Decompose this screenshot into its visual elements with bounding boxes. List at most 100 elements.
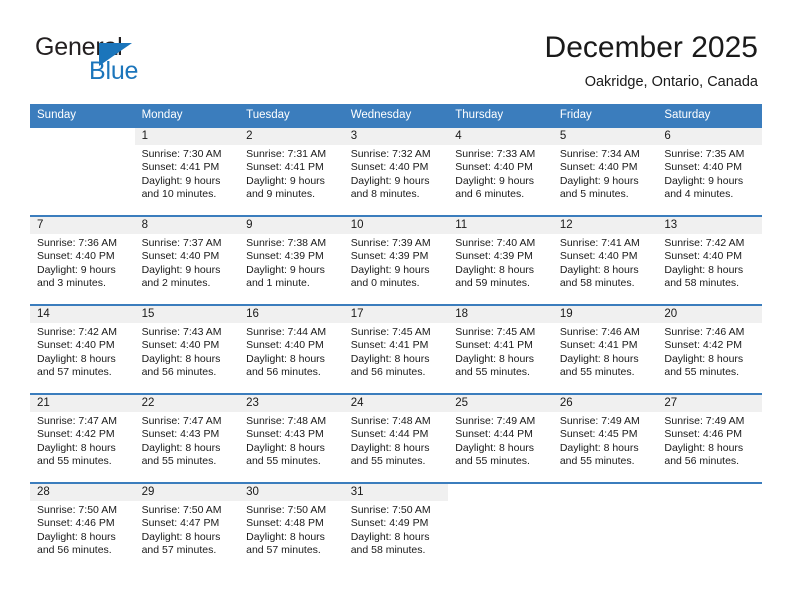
day-number: 12: [552, 217, 658, 234]
daylight-text: Daylight: 9 hours and 1 minute.: [246, 263, 325, 290]
sunrise-text: Sunrise: 7:38 AM: [246, 237, 327, 249]
day-number: 29: [134, 484, 240, 501]
logo-text-blue: Blue: [89, 57, 139, 85]
day-number: 15: [134, 306, 240, 323]
daylight-text: Daylight: 9 hours and 9 minutes.: [246, 174, 325, 201]
calendar-day-cell[interactable]: 17 Sunrise: 7:45 AM Sunset: 4:41 PM Dayligh…: [343, 304, 449, 394]
calendar-cell-empty: [30, 126, 135, 216]
calendar-day-cell[interactable]: 28 Sunrise: 7:50 AM Sunset: 4:46 PM Dayligh…: [30, 482, 135, 572]
title-block: December 2025 Oakridge, Ontario, Canada: [545, 30, 758, 92]
calendar-day-cell[interactable]: 12 Sunrise: 7:41 AM Sunset: 4:40 PM Dayligh…: [552, 215, 658, 305]
calendar-day-cell[interactable]: 4 Sunrise: 7:33 AM Sunset: 4:40 PM Daylight…: [448, 126, 553, 216]
day-details: Sunrise: 7:43 AM Sunset: 4:40 PM Daylight:…: [135, 323, 240, 380]
daylight-text: Daylight: 8 hours and 56 minutes.: [350, 352, 430, 379]
weekday-header-tuesday: Tuesday: [239, 104, 344, 127]
day-details: Sunrise: 7:49 AM Sunset: 4:44 PM Daylight:…: [448, 412, 553, 469]
daylight-text: Daylight: 8 hours and 56 minutes.: [664, 441, 744, 468]
daylight-text: Daylight: 8 hours and 55 minutes.: [559, 352, 639, 379]
sunrise-text: Sunrise: 7:50 AM: [350, 504, 431, 516]
day-details: Sunrise: 7:41 AM Sunset: 4:40 PM Daylight:…: [553, 234, 658, 291]
weekday-header-sunday: Sunday: [30, 104, 135, 127]
sunrise-text: Sunrise: 7:40 AM: [455, 237, 536, 249]
day-number: 1: [134, 128, 240, 145]
calendar-day-cell[interactable]: 29 Sunrise: 7:50 AM Sunset: 4:47 PM Dayligh…: [134, 482, 240, 572]
daylight-text: Daylight: 8 hours and 57 minutes.: [141, 530, 221, 557]
calendar-day-cell[interactable]: 10 Sunrise: 7:39 AM Sunset: 4:39 PM Dayligh…: [343, 215, 449, 305]
daylight-text: Daylight: 8 hours and 56 minutes.: [141, 352, 221, 379]
day-number: 3: [343, 128, 449, 145]
day-details: Sunrise: 7:47 AM Sunset: 4:42 PM Daylight:…: [30, 412, 135, 469]
calendar-page: General Blue December 2025 Oakridge, Ont…: [0, 0, 792, 612]
calendar-day-cell[interactable]: 24 Sunrise: 7:48 AM Sunset: 4:44 PM Dayligh…: [343, 393, 449, 483]
calendar-day-cell[interactable]: 16 Sunrise: 7:44 AM Sunset: 4:40 PM Dayligh…: [239, 304, 344, 394]
sunset-text: Sunset: 4:42 PM: [37, 428, 115, 441]
calendar-day-cell[interactable]: 15 Sunrise: 7:43 AM Sunset: 4:40 PM Dayligh…: [134, 304, 240, 394]
calendar-day-cell[interactable]: 7 Sunrise: 7:36 AM Sunset: 4:40 PM Daylight…: [30, 215, 135, 305]
day-details: Sunrise: 7:50 AM Sunset: 4:49 PM Daylight:…: [344, 501, 449, 558]
sunset-text: Sunset: 4:40 PM: [350, 161, 429, 174]
day-details: Sunrise: 7:46 AM Sunset: 4:42 PM Daylight:…: [657, 323, 762, 380]
day-number-band: [552, 484, 658, 501]
day-number: 17: [343, 306, 449, 323]
sunset-text: Sunset: 4:44 PM: [350, 428, 429, 441]
calendar-day-cell[interactable]: 5 Sunrise: 7:34 AM Sunset: 4:40 PM Daylight…: [552, 126, 658, 216]
day-details: Sunrise: 7:35 AM Sunset: 4:40 PM Daylight:…: [657, 145, 762, 202]
daylight-text: Daylight: 8 hours and 55 minutes.: [246, 441, 325, 468]
day-details: Sunrise: 7:45 AM Sunset: 4:41 PM Daylight:…: [344, 323, 449, 380]
calendar-day-cell[interactable]: 30 Sunrise: 7:50 AM Sunset: 4:48 PM Dayligh…: [239, 482, 344, 572]
day-details: Sunrise: 7:34 AM Sunset: 4:40 PM Daylight:…: [553, 145, 658, 202]
day-details: Sunrise: 7:37 AM Sunset: 4:40 PM Daylight:…: [135, 234, 240, 291]
calendar-header-row: Sunday Monday Tuesday Wednesday Thursday…: [30, 104, 762, 127]
daylight-text: Daylight: 8 hours and 55 minutes.: [350, 441, 430, 468]
daylight-text: Daylight: 8 hours and 56 minutes.: [246, 352, 325, 379]
calendar-day-cell[interactable]: 6 Sunrise: 7:35 AM Sunset: 4:40 PM Daylight…: [657, 126, 762, 216]
day-number: 25: [448, 395, 553, 412]
calendar-day-cell[interactable]: 9 Sunrise: 7:38 AM Sunset: 4:39 PM Daylight…: [239, 215, 344, 305]
day-number: 11: [448, 217, 553, 234]
calendar-day-cell[interactable]: 14 Sunrise: 7:42 AM Sunset: 4:40 PM Dayligh…: [30, 304, 135, 394]
daylight-text: Daylight: 8 hours and 57 minutes.: [246, 530, 325, 557]
sunset-text: Sunset: 4:46 PM: [664, 428, 743, 441]
calendar-day-cell[interactable]: 23 Sunrise: 7:48 AM Sunset: 4:43 PM Dayligh…: [239, 393, 344, 483]
calendar-day-cell[interactable]: 2 Sunrise: 7:31 AM Sunset: 4:41 PM Daylight…: [239, 126, 344, 216]
calendar-table: Sunday Monday Tuesday Wednesday Thursday…: [30, 104, 762, 572]
calendar-day-cell[interactable]: 13 Sunrise: 7:42 AM Sunset: 4:40 PM Dayligh…: [657, 215, 762, 305]
calendar-day-cell[interactable]: 22 Sunrise: 7:47 AM Sunset: 4:43 PM Dayligh…: [134, 393, 240, 483]
calendar-container: Sunday Monday Tuesday Wednesday Thursday…: [30, 104, 762, 572]
sunrise-text: Sunrise: 7:39 AM: [350, 237, 431, 249]
calendar-day-cell[interactable]: 19 Sunrise: 7:46 AM Sunset: 4:41 PM Dayligh…: [552, 304, 658, 394]
calendar-week-row: 1 Sunrise: 7:30 AM Sunset: 4:41 PM Daylight…: [30, 126, 762, 216]
calendar-day-cell[interactable]: 11 Sunrise: 7:40 AM Sunset: 4:39 PM Dayligh…: [448, 215, 553, 305]
sunrise-text: Sunrise: 7:32 AM: [350, 148, 431, 160]
daylight-text: Daylight: 9 hours and 3 minutes.: [37, 263, 116, 290]
day-number-band: [657, 484, 762, 501]
calendar-day-cell[interactable]: 18 Sunrise: 7:45 AM Sunset: 4:41 PM Dayligh…: [448, 304, 553, 394]
calendar-day-cell[interactable]: 27 Sunrise: 7:49 AM Sunset: 4:46 PM Dayligh…: [657, 393, 762, 483]
calendar-day-cell[interactable]: 31 Sunrise: 7:50 AM Sunset: 4:49 PM Dayligh…: [343, 482, 449, 572]
sunrise-text: Sunrise: 7:45 AM: [350, 326, 431, 338]
calendar-day-cell[interactable]: 26 Sunrise: 7:49 AM Sunset: 4:45 PM Dayligh…: [552, 393, 658, 483]
daylight-text: Daylight: 9 hours and 4 minutes.: [664, 174, 744, 201]
day-number: 9: [239, 217, 344, 234]
calendar-day-cell[interactable]: 1 Sunrise: 7:30 AM Sunset: 4:41 PM Daylight…: [134, 126, 240, 216]
day-number: 4: [448, 128, 553, 145]
sunrise-text: Sunrise: 7:45 AM: [455, 326, 536, 338]
sunset-text: Sunset: 4:39 PM: [455, 250, 533, 263]
sunset-text: Sunset: 4:40 PM: [664, 161, 743, 174]
day-details: Sunrise: 7:44 AM Sunset: 4:40 PM Daylight:…: [239, 323, 344, 380]
day-details: Sunrise: 7:31 AM Sunset: 4:41 PM Daylight:…: [239, 145, 344, 202]
calendar-day-cell[interactable]: 3 Sunrise: 7:32 AM Sunset: 4:40 PM Daylight…: [343, 126, 449, 216]
sunrise-text: Sunrise: 7:50 AM: [246, 504, 327, 516]
calendar-day-cell[interactable]: 20 Sunrise: 7:46 AM Sunset: 4:42 PM Dayligh…: [657, 304, 762, 394]
day-number: 23: [239, 395, 344, 412]
calendar-day-cell[interactable]: 8 Sunrise: 7:37 AM Sunset: 4:40 PM Daylight…: [134, 215, 240, 305]
calendar-day-cell[interactable]: 21 Sunrise: 7:47 AM Sunset: 4:42 PM Dayligh…: [30, 393, 135, 483]
day-number: 14: [30, 306, 135, 323]
sunrise-text: Sunrise: 7:43 AM: [141, 326, 222, 338]
day-details: Sunrise: 7:50 AM Sunset: 4:46 PM Daylight:…: [30, 501, 135, 558]
day-number: 19: [552, 306, 658, 323]
calendar-week-row: 21 Sunrise: 7:47 AM Sunset: 4:42 PM Dayligh…: [30, 393, 762, 483]
sunset-text: Sunset: 4:40 PM: [559, 250, 638, 263]
sunrise-text: Sunrise: 7:50 AM: [141, 504, 222, 516]
calendar-day-cell[interactable]: 25 Sunrise: 7:49 AM Sunset: 4:44 PM Dayligh…: [448, 393, 553, 483]
